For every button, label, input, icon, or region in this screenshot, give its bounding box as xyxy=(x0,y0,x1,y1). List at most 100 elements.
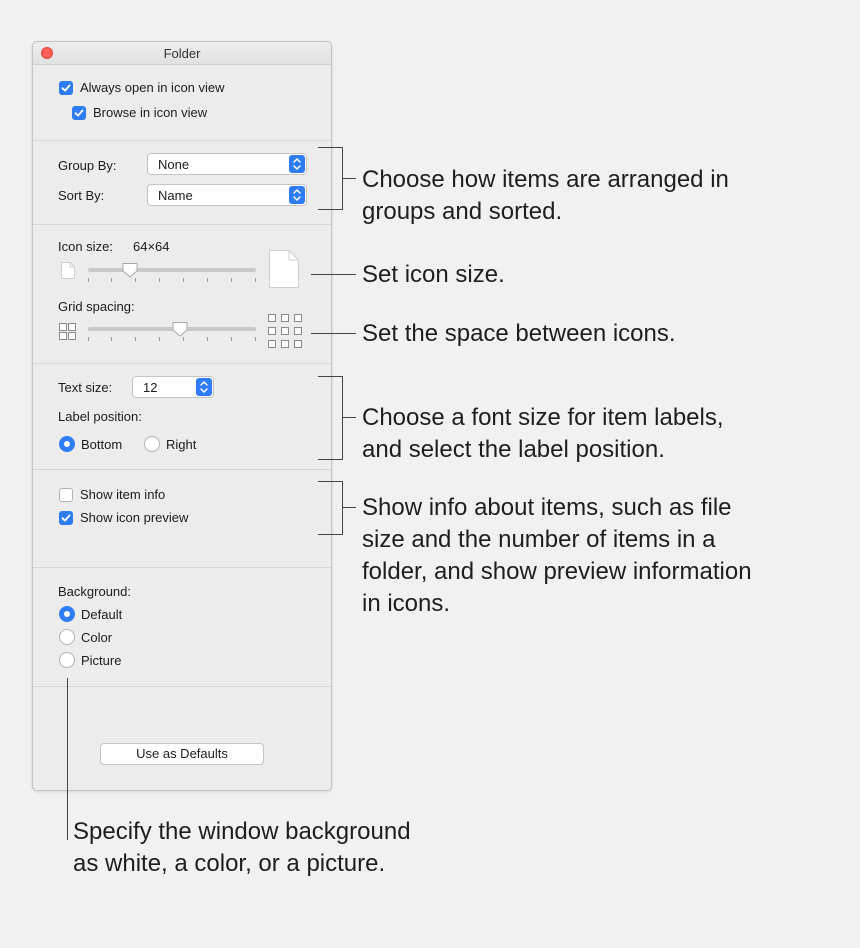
callout-bracket xyxy=(318,376,343,460)
divider xyxy=(33,686,331,687)
divider xyxy=(33,363,331,364)
divider xyxy=(33,567,331,568)
annotation-line: as white, a color, or a picture. xyxy=(73,850,386,877)
annotation-line: Set the space between icons. xyxy=(362,320,676,347)
picture-radio[interactable] xyxy=(59,652,75,668)
group-by-popup[interactable]: None xyxy=(147,153,307,175)
annotation-info: Show info about items, such as file size… xyxy=(362,492,752,620)
divider xyxy=(33,469,331,470)
checkmark-icon xyxy=(74,109,84,117)
color-label: Color xyxy=(81,630,113,645)
slider-track xyxy=(88,268,256,272)
annotation-line: Choose how items are arranged in xyxy=(362,166,729,193)
default-label: Default xyxy=(81,607,123,622)
always-open-checkbox[interactable] xyxy=(59,81,73,95)
annotation-line: size and the number of items in a xyxy=(362,526,716,553)
slider-tick xyxy=(135,278,136,282)
grid-spacing-label: Grid spacing: xyxy=(58,299,135,314)
slider-tick xyxy=(207,278,208,282)
annotation-icon-size: Set icon size. xyxy=(362,259,505,291)
picture-label: Picture xyxy=(81,653,122,668)
small-document-icon xyxy=(61,262,75,279)
tight-grid-icon xyxy=(59,323,76,340)
title-bar[interactable]: Folder xyxy=(33,42,331,65)
wide-grid-icon xyxy=(268,314,302,348)
right-radio[interactable] xyxy=(144,436,160,452)
icon-size-label: Icon size: xyxy=(58,239,113,254)
annotation-line: groups and sorted. xyxy=(362,198,563,225)
annotation-line: Show info about items, such as file xyxy=(362,494,732,521)
bottom-label: Bottom xyxy=(81,437,123,452)
sort-by-popup[interactable]: Name xyxy=(147,184,307,206)
color-radio[interactable] xyxy=(59,629,75,645)
show-icon-preview-label: Show icon preview xyxy=(80,510,189,525)
annotation-spacing: Set the space between icons. xyxy=(362,318,676,350)
annotation-arrange: Choose how items are arranged in groups … xyxy=(362,164,729,228)
show-icon-preview-checkbox[interactable] xyxy=(59,511,73,525)
sort-by-label: Sort By: xyxy=(58,188,105,203)
show-item-info-checkbox[interactable] xyxy=(59,488,73,502)
slider-tick xyxy=(88,278,89,282)
slider-tick xyxy=(159,337,160,341)
browse-checkbox[interactable] xyxy=(72,106,86,120)
default-radio[interactable] xyxy=(59,606,75,622)
divider xyxy=(33,224,331,225)
callout-bracket xyxy=(318,481,343,535)
slider-tick xyxy=(183,278,184,282)
text-size-value: 12 xyxy=(143,380,158,395)
sort-by-value: Name xyxy=(158,188,193,203)
slider-knob[interactable] xyxy=(172,321,188,337)
callout-line xyxy=(311,274,356,275)
group-by-label: Group By: xyxy=(58,158,117,173)
slider-knob[interactable] xyxy=(122,262,138,278)
checkmark-icon xyxy=(61,84,71,92)
use-as-defaults-button[interactable]: Use as Defaults xyxy=(100,743,264,765)
background-label: Background: xyxy=(58,584,131,599)
slider-tick xyxy=(88,337,89,341)
grid-spacing-slider[interactable] xyxy=(88,321,256,347)
folder-view-options-window: Folder Always open in icon view Browse i… xyxy=(32,41,332,791)
text-size-label: Text size: xyxy=(58,380,113,395)
window-title: Folder xyxy=(163,46,201,61)
slider-tick xyxy=(255,337,256,341)
annotation-font: Choose a font size for item labels, and … xyxy=(362,402,724,466)
checkmark-icon xyxy=(61,514,71,522)
callout-line xyxy=(342,507,356,508)
annotation-background: Specify the window background as white, … xyxy=(73,816,411,880)
slider-tick xyxy=(207,337,208,341)
show-item-info-label: Show item info xyxy=(80,487,166,502)
callout-line xyxy=(311,333,356,334)
slider-tick xyxy=(255,278,256,282)
callout-line xyxy=(342,178,356,179)
annotation-line: Set icon size. xyxy=(362,261,505,288)
annotation-line: folder, and show preview information xyxy=(362,558,752,585)
updown-arrows-icon xyxy=(289,155,305,173)
slider-tick xyxy=(183,337,184,341)
callout-line xyxy=(342,417,356,418)
icon-size-value: 64×64 xyxy=(133,239,170,254)
right-label: Right xyxy=(166,437,197,452)
icon-size-slider[interactable] xyxy=(88,262,256,288)
browse-label: Browse in icon view xyxy=(93,105,208,120)
divider xyxy=(33,140,331,141)
large-document-icon xyxy=(269,250,299,288)
updown-arrows-icon xyxy=(196,378,212,396)
always-open-label: Always open in icon view xyxy=(80,80,225,95)
annotation-line: Choose a font size for item labels, xyxy=(362,404,724,431)
slider-tick xyxy=(159,278,160,282)
slider-tick xyxy=(111,278,112,282)
slider-tick xyxy=(231,278,232,282)
slider-tick xyxy=(111,337,112,341)
updown-arrows-icon xyxy=(289,186,305,204)
annotation-line: and select the label position. xyxy=(362,436,665,463)
bottom-radio[interactable] xyxy=(59,436,75,452)
label-position-label: Label position: xyxy=(58,409,142,424)
slider-tick xyxy=(135,337,136,341)
slider-tick xyxy=(231,337,232,341)
annotation-line: in icons. xyxy=(362,590,451,617)
annotation-line: Specify the window background xyxy=(73,818,411,845)
group-by-value: None xyxy=(158,157,190,172)
text-size-popup[interactable]: 12 xyxy=(132,376,214,398)
callout-line xyxy=(67,678,68,840)
callout-bracket xyxy=(318,147,343,210)
